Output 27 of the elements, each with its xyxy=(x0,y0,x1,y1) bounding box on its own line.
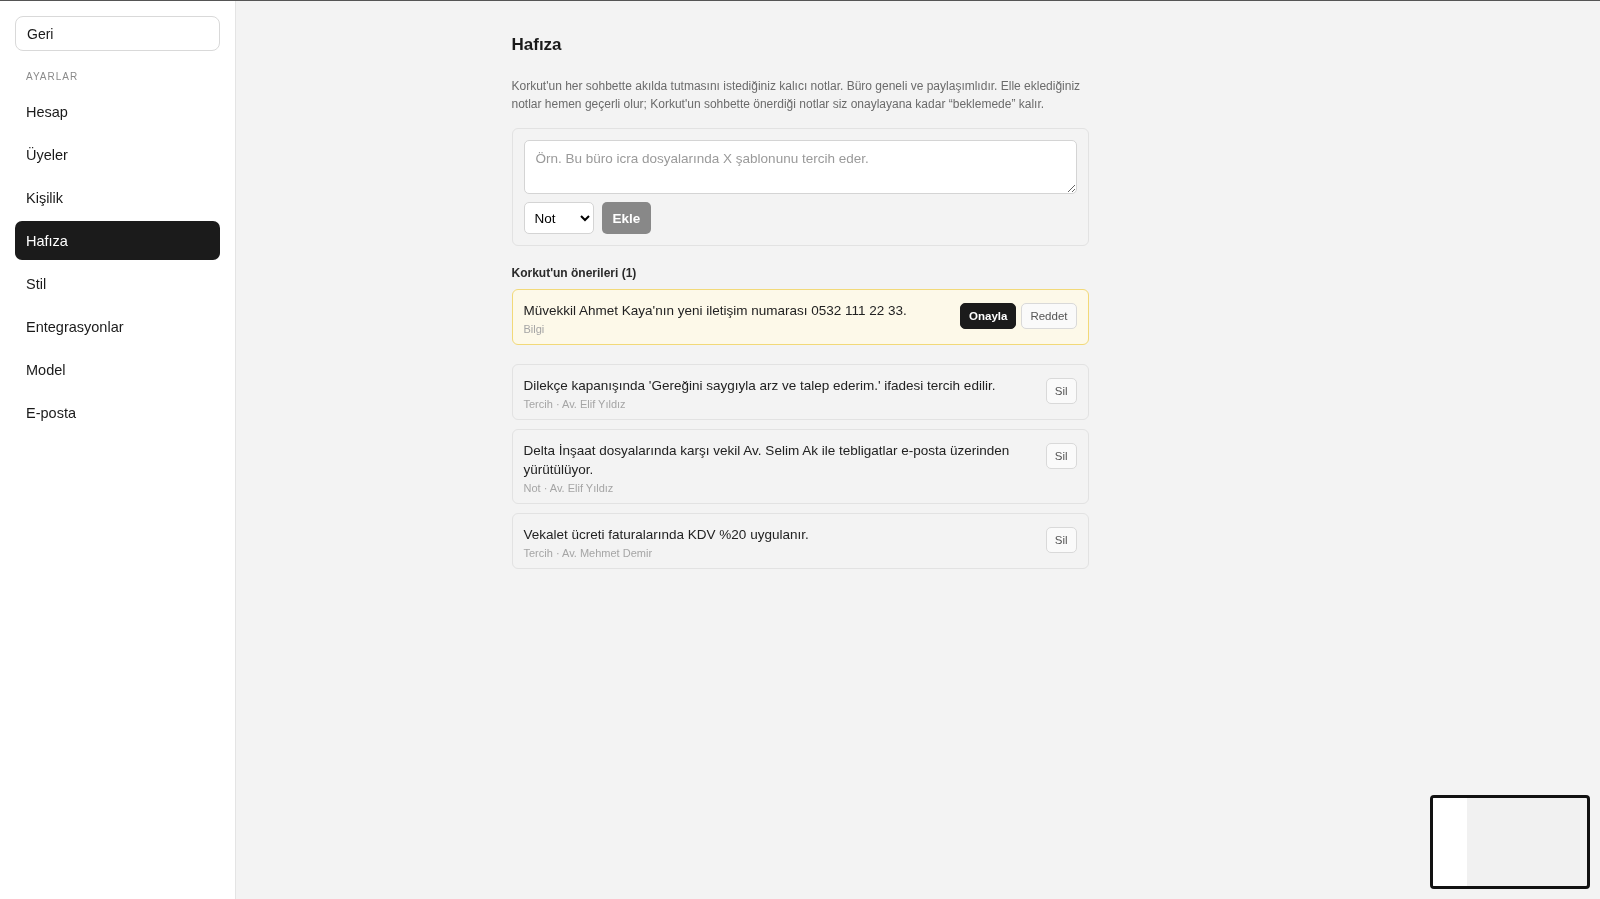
sidebar-item[interactable]: Hesap xyxy=(15,92,220,131)
delete-button[interactable]: Sil xyxy=(1045,527,1077,553)
sidebar-item[interactable]: Hafıza xyxy=(15,221,220,260)
sidebar-item[interactable]: Entegrasyonlar xyxy=(15,307,220,346)
sidebar-item[interactable]: Kişilik xyxy=(15,178,220,217)
back-button[interactable]: Geri xyxy=(15,16,220,51)
section-label: AYARLAR xyxy=(25,71,80,82)
approve-button[interactable]: Onayla xyxy=(960,303,1017,329)
suggestion-meta: Bilgi xyxy=(523,323,546,335)
screenshot-thumbnail[interactable] xyxy=(1430,795,1590,889)
sidebar-item[interactable]: Stil xyxy=(15,264,220,303)
suggestions-heading: Korkut'un önerileri (1) xyxy=(511,266,638,280)
suggestion-text: Müvekkil Ahmet Kaya'nın yeni iletişim numarası 0532 111 22 33. xyxy=(523,302,908,320)
reject-button[interactable]: Reddet xyxy=(1021,303,1077,329)
note-meta: Tercih · Av. Elif Yıldız xyxy=(523,398,627,410)
note-meta: Not · Av. Elif Yıldız xyxy=(523,482,615,494)
delete-button[interactable]: Sil xyxy=(1045,443,1077,469)
sidebar-item[interactable]: Üyeler xyxy=(15,135,220,174)
page-description: Korkut'un her sohbette akılda tutmasını istediğiniz kalıcı notlar. Büro geneli ve paylaşımlıdır. Elle eklediğiniz notlar hemen geçerli olur; Korkut'un sohbette önerdiği notlar siz onaylayana kadar “beklemede” kalır. xyxy=(511,78,1082,113)
note-meta: Tercih · Av. Mehmet Demir xyxy=(523,547,654,559)
note-text: Delta İnşaat dosyalarında karşı vekil Av. Selim Ak ile tebligatlar e-posta üzerinden yürütülüyor. xyxy=(523,442,1011,479)
sidebar-item[interactable]: E-posta xyxy=(15,393,220,432)
note-text: Dilekçe kapanışında 'Gereğini saygıyla arz ve talep ederim.' ifadesi tercih edilir. xyxy=(523,377,997,395)
note-text: Vekalet ücreti faturalarında KDV %20 uygulanır. xyxy=(523,526,810,544)
delete-button[interactable]: Sil xyxy=(1045,378,1077,404)
sidebar-item[interactable]: Model xyxy=(15,350,220,389)
page-title: Hafıza xyxy=(511,35,563,55)
